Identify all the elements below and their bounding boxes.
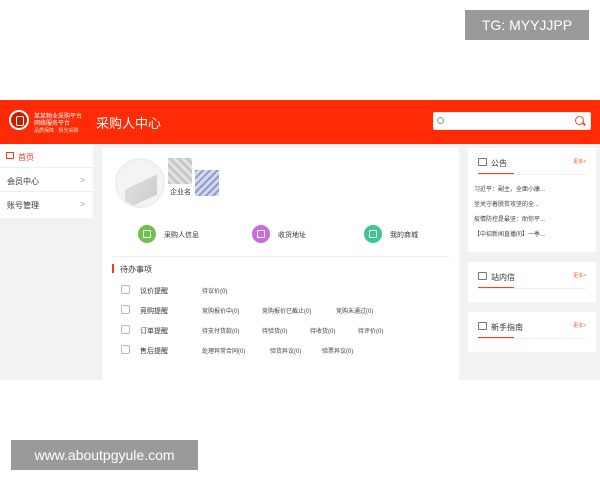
- company-name: 企业名: [170, 189, 191, 196]
- todo-link-invoice-dispute[interactable]: 验票异议(0): [322, 346, 353, 355]
- todo-row-orders: 订单提醒 待支付货款(0) 待验货(0) 待收货(0) 待评价(0): [102, 323, 459, 337]
- title-underline: [478, 287, 514, 288]
- search-input[interactable]: [437, 115, 563, 127]
- purchaser-center-screenshot: 某某物业采购平台 网络服务平台 品质保障 · 阳光采购 采购人中心 首页 会员中…: [0, 100, 600, 380]
- station-messages-panel: 站内信 更多>: [468, 262, 596, 302]
- order-icon: [121, 325, 130, 334]
- blurred-qr-code: [195, 170, 219, 196]
- sidebar: 首页 会员中心 > 账号管理 >: [0, 144, 93, 218]
- avatar[interactable]: [115, 158, 165, 208]
- quick-link-label: 我的商城: [390, 232, 418, 239]
- divider: [478, 174, 586, 175]
- quick-link-label: 采购人信息: [164, 232, 199, 239]
- megaphone-icon: [478, 158, 487, 166]
- station-messages-title: 站内信: [491, 273, 515, 282]
- page-root: TG: MYYJJPP 某某物业采购平台 网络服务平台 品质保障 · 阳光采购 …: [0, 0, 600, 480]
- announcements-title: 公告: [491, 159, 507, 168]
- todo-row-after-sales: 售后提醒 处理异常合同(0) 验货异议(0) 验票异议(0): [102, 343, 459, 357]
- divider: [478, 288, 586, 289]
- announcements-more-link[interactable]: 更多>: [573, 158, 586, 165]
- title-underline: [478, 173, 514, 174]
- sidebar-item-label: 账号管理: [7, 201, 39, 210]
- title-underline: [478, 337, 514, 338]
- new-user-guide-title: 新手指南: [491, 323, 523, 332]
- announcement-item[interactable]: 疫情防控是最坚：助你平...: [474, 214, 545, 223]
- todo-row-label: 售后提醒: [140, 348, 168, 355]
- todo-row-bargain: 议价提醒 待议价(0): [102, 283, 459, 297]
- sidebar-item-label: 首页: [18, 153, 34, 162]
- main-panel: 企业名 采购人信息 收货地址 我的商城 待办事项 议价提醒 待议价(0) 竞购提…: [102, 148, 459, 380]
- todo-link-bidding-rejected[interactable]: 竞购未通过(0): [336, 306, 373, 315]
- search-button-icon[interactable]: [574, 115, 586, 127]
- todo-row-label: 议价提醒: [140, 288, 168, 295]
- after-sales-icon: [121, 345, 130, 354]
- telegram-watermark: TG: MYYJJPP: [465, 10, 589, 40]
- announcement-item[interactable]: 坐关守着脱贫攻坚的全...: [474, 199, 539, 208]
- announcement-item[interactable]: 【中招新闻直播间】一季...: [474, 229, 545, 238]
- chevron-right-icon: >: [79, 175, 85, 185]
- logo-line-2: 网络服务平台: [34, 121, 71, 127]
- todo-link-pending-review[interactable]: 待评价(0): [358, 326, 383, 335]
- header-title: 采购人中心: [96, 116, 162, 131]
- location-pin-icon: [252, 225, 270, 243]
- announcements-panel: 公告 更多> 习近平：副主，全面小康... 坐关守着脱贫攻坚的全... 疫情防控…: [468, 148, 596, 252]
- new-user-guide-panel: 新手指南 更多>: [468, 312, 596, 352]
- sidebar-item-label: 会员中心: [7, 177, 39, 186]
- sidebar-item-member-center[interactable]: 会员中心 >: [0, 168, 93, 192]
- todo-link-inspection-dispute[interactable]: 验货异议(0): [270, 346, 301, 355]
- todo-row-label: 竞购提醒: [140, 308, 168, 315]
- header-bar: 某某物业采购平台 网络服务平台 品质保障 · 阳光采购 采购人中心: [0, 100, 600, 144]
- mall-icon: [364, 225, 382, 243]
- mail-icon: [478, 272, 487, 280]
- sidebar-item-account-management[interactable]: 账号管理 >: [0, 192, 93, 216]
- quick-link-label: 收货地址: [278, 232, 306, 239]
- todo-row-label: 订单提醒: [140, 328, 168, 335]
- info-icon: [478, 322, 487, 330]
- logo-slogan: 品质保障 · 阳光采购: [34, 128, 79, 134]
- todo-row-bidding: 竞购提醒 竞购报价中(0) 竞购报价已截止(0) 竞购未通过(0): [102, 303, 459, 317]
- logo-emblem-icon[interactable]: [9, 110, 29, 130]
- station-messages-more-link[interactable]: 更多>: [573, 272, 586, 279]
- announcement-item[interactable]: 习近平：副主，全面小康...: [474, 184, 545, 193]
- website-watermark: www.aboutpgyule.com: [11, 440, 198, 470]
- new-user-guide-more-link[interactable]: 更多>: [573, 322, 586, 329]
- bargain-icon: [121, 285, 130, 294]
- divider: [112, 256, 449, 257]
- todo-link-bidding-closed[interactable]: 竞购报价已截止(0): [262, 306, 311, 315]
- divider: [478, 338, 586, 339]
- todo-link-pending-bargain[interactable]: 待议价(0): [202, 286, 227, 295]
- bidding-icon: [121, 305, 130, 314]
- todo-link-pending-inspection[interactable]: 待验货(0): [262, 326, 287, 335]
- todo-link-pending-receipt[interactable]: 待收货(0): [310, 326, 335, 335]
- purchaser-info-icon: [138, 225, 156, 243]
- todo-section-title: 待办事项: [120, 265, 152, 274]
- todo-link-bidding-in-progress[interactable]: 竞购报价中(0): [202, 306, 239, 315]
- todo-link-pending-payment[interactable]: 待支付货款(0): [202, 326, 239, 335]
- home-icon: [6, 152, 14, 159]
- search-box: [433, 112, 591, 130]
- blurred-username: [168, 158, 192, 184]
- section-accent-bar: [112, 264, 114, 273]
- chevron-right-icon: >: [79, 199, 85, 209]
- todo-link-abnormal-contracts[interactable]: 处理异常合同(0): [202, 346, 245, 355]
- sidebar-item-home[interactable]: 首页: [0, 144, 93, 168]
